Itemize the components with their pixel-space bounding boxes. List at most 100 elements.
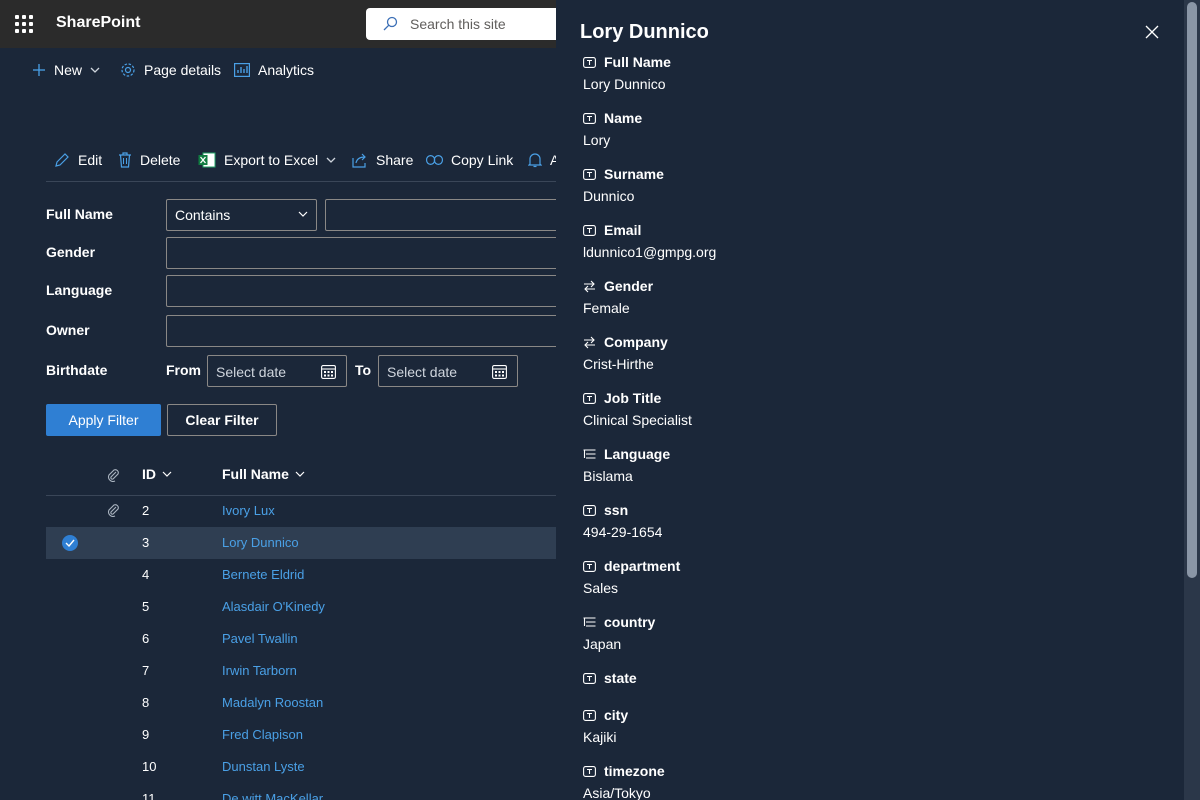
share-button[interactable]: Share — [352, 150, 413, 170]
scrollbar-thumb[interactable] — [1187, 2, 1197, 578]
table-row[interactable]: 10 Dunstan Lyste — [46, 751, 556, 783]
field-label: country — [604, 614, 656, 630]
to-date-picker[interactable]: Select date — [378, 355, 518, 387]
row-name-link[interactable]: Bernete Eldrid — [222, 567, 304, 582]
plus-icon — [32, 63, 46, 77]
app-launcher-icon[interactable] — [12, 12, 36, 36]
choice-icon — [583, 448, 596, 461]
trash-icon — [118, 152, 132, 168]
field-full-name: Full Name Lory Dunnico — [583, 52, 671, 96]
row-id: 2 — [142, 503, 150, 518]
full-name-filter-label: Full Name — [46, 206, 113, 222]
chevron-down-icon — [326, 157, 336, 163]
from-date-picker[interactable]: Select date — [207, 355, 347, 387]
language-filter-label: Language — [46, 282, 113, 298]
field-name: Name Lory — [583, 108, 642, 152]
search-box[interactable]: Search this site — [366, 8, 586, 40]
row-name-link[interactable]: Pavel Twallin — [222, 631, 298, 646]
row-id: 4 — [142, 567, 150, 582]
new-button[interactable]: New — [32, 60, 100, 80]
table-row[interactable]: 7 Irwin Tarborn — [46, 655, 556, 687]
operator-dropdown[interactable]: Contains — [166, 199, 317, 231]
edit-label: Edit — [78, 152, 103, 168]
field-value: Kajiki — [583, 729, 617, 745]
full-name-column-header[interactable]: Full Name — [222, 466, 305, 482]
table-row[interactable]: 5 Alasdair O'Kinedy — [46, 591, 556, 623]
search-icon — [383, 16, 398, 31]
list-header: ID Full Name — [46, 456, 556, 496]
text-field-icon — [583, 168, 596, 181]
row-name-link[interactable]: Lory Dunnico — [222, 535, 299, 550]
field-label: timezone — [604, 763, 665, 779]
row-name-link[interactable]: Ivory Lux — [222, 503, 275, 518]
row-id: 10 — [142, 759, 157, 774]
copy-link-button[interactable]: Copy Link — [426, 150, 513, 170]
field-gender: Gender Female — [583, 276, 653, 320]
delete-button[interactable]: Delete — [118, 150, 180, 170]
export-to-excel-button[interactable]: Export to Excel — [198, 150, 336, 170]
row-id: 8 — [142, 695, 150, 710]
chevron-down-icon — [90, 67, 100, 73]
field-label: Company — [604, 334, 668, 350]
field-label: Surname — [604, 166, 664, 182]
export-label: Export to Excel — [224, 152, 319, 168]
chevron-down-icon — [162, 471, 172, 477]
field-label: Full Name — [604, 54, 671, 70]
apply-filter-button[interactable]: Apply Filter — [46, 404, 161, 436]
edit-button[interactable]: Edit — [54, 150, 102, 170]
field-label: Email — [604, 222, 642, 238]
field-value: Clinical Specialist — [583, 412, 692, 428]
table-row[interactable]: 11 De witt MacKellar — [46, 783, 556, 800]
table-row[interactable]: 3 Lory Dunnico — [46, 527, 556, 559]
delete-label: Delete — [140, 152, 181, 168]
field-language: Language Bislama — [583, 444, 670, 488]
page-details-button[interactable]: Page details — [120, 60, 221, 80]
table-row[interactable]: 4 Bernete Eldrid — [46, 559, 556, 591]
row-name-link[interactable]: Fred Clapison — [222, 727, 303, 742]
clear-filter-button[interactable]: Clear Filter — [167, 404, 277, 436]
attachment-column-icon[interactable] — [106, 468, 120, 482]
text-field-icon — [583, 765, 596, 778]
row-name-link[interactable]: Irwin Tarborn — [222, 663, 297, 678]
field-value: Dunnico — [583, 188, 635, 204]
row-id: 9 — [142, 727, 150, 742]
language-filter-input[interactable] — [166, 275, 566, 307]
analytics-button[interactable]: Analytics — [234, 60, 314, 80]
row-name-link[interactable]: Madalyn Roostan — [222, 695, 323, 710]
close-icon[interactable] — [1145, 25, 1161, 41]
checkmark-icon[interactable] — [62, 535, 78, 551]
field-value: Japan — [583, 636, 622, 652]
attachment-icon — [106, 503, 120, 520]
row-id: 7 — [142, 663, 150, 678]
full-name-filter-input[interactable] — [325, 199, 565, 231]
share-icon — [352, 152, 368, 168]
table-row[interactable]: 9 Fred Clapison — [46, 719, 556, 751]
field-label: city — [604, 707, 629, 723]
alert-me-button[interactable]: A — [528, 150, 559, 170]
field-label: department — [604, 558, 681, 574]
field-value: Asia/Tokyo — [583, 785, 651, 800]
table-row[interactable]: 2 Ivory Lux — [46, 495, 556, 527]
list-command-bar: Edit Delete Export to Excel Share Copy L… — [46, 144, 559, 182]
field-company: Company Crist-Hirthe — [583, 332, 668, 376]
row-name-link[interactable]: Dunstan Lyste — [222, 759, 305, 774]
lookup-icon — [583, 336, 596, 349]
copy-link-label: Copy Link — [451, 152, 514, 168]
panel-scrollbar[interactable] — [1184, 0, 1200, 800]
row-id: 5 — [142, 599, 150, 614]
gender-filter-input[interactable] — [166, 237, 566, 269]
row-name-link[interactable]: De witt MacKellar — [222, 791, 323, 800]
field-value: Bislama — [583, 468, 633, 484]
table-row[interactable]: 6 Pavel Twallin — [46, 623, 556, 655]
row-name-link[interactable]: Alasdair O'Kinedy — [222, 599, 325, 614]
id-column-header[interactable]: ID — [142, 466, 172, 482]
bell-icon — [528, 152, 542, 168]
app-name[interactable]: SharePoint — [56, 14, 140, 32]
analytics-label: Analytics — [258, 62, 315, 78]
link-icon — [426, 155, 443, 165]
owner-filter-input[interactable] — [166, 315, 566, 347]
analytics-icon — [234, 63, 250, 77]
table-row[interactable]: 8 Madalyn Roostan — [46, 687, 556, 719]
full-name-column-label: Full Name — [222, 466, 289, 482]
calendar-icon — [321, 365, 336, 379]
